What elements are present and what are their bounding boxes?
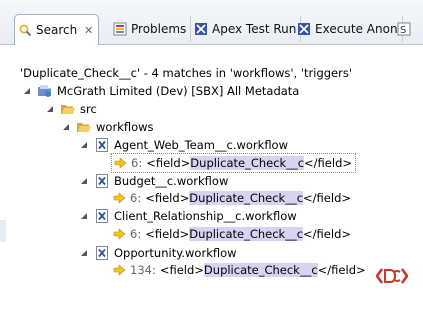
tree-row-file[interactable]: Agent_Web_Team__c.workflow [79, 136, 288, 154]
match-row[interactable]: 6: <field> Duplicate_Check__c </field> [111, 153, 357, 173]
search-icon [19, 24, 32, 37]
tree-row-src[interactable]: src [45, 100, 97, 118]
workflow-file-icon [96, 209, 108, 223]
search-summary: 'Duplicate_Check__c' - 4 matches in 'wor… [20, 66, 353, 80]
match-suffix: </field> [303, 191, 352, 205]
project-label: McGrath Limited (Dev) [SBX] All Metadata [57, 84, 300, 98]
match-suffix: </field> [304, 156, 353, 170]
tree-row-workflows[interactable]: workflows [61, 118, 154, 136]
match-arrow-icon [113, 192, 126, 204]
left-gutter-marker [0, 220, 6, 242]
expanded-arrow-icon[interactable] [79, 211, 89, 221]
match-line-number: 6: [130, 227, 142, 241]
tab-problems-label: Problems [131, 22, 187, 36]
expanded-arrow-icon[interactable] [22, 86, 32, 96]
src-folder-label: src [80, 102, 97, 116]
match-highlight: Duplicate_Check__c [203, 263, 318, 277]
expanded-arrow-icon[interactable] [79, 176, 89, 186]
match-line-number: 134: [130, 263, 156, 277]
tab-execute-anonymous[interactable]: Execute Anon [294, 16, 403, 42]
match-arrow-icon [114, 157, 127, 169]
match-arrow-icon [113, 228, 126, 240]
tab-search[interactable]: Search ✕ [14, 14, 100, 45]
expanded-arrow-icon[interactable] [45, 104, 55, 114]
match-row[interactable]: 6: <field> Duplicate_Check__c </field> [111, 225, 354, 243]
file-name: Opportunity.workflow [114, 246, 237, 260]
match-prefix: <field> [146, 156, 191, 170]
workflow-file-icon [96, 138, 108, 152]
match-suffix: </field> [317, 263, 366, 277]
tab-apex-test-run[interactable]: Apex Test Run [191, 16, 302, 42]
tab-overflow[interactable]: S [394, 16, 419, 42]
expanded-arrow-icon[interactable] [79, 140, 89, 150]
project-icon [38, 85, 51, 97]
folder-open-icon [61, 105, 75, 114]
tab-problems[interactable]: Problems [110, 16, 192, 42]
match-prefix: <field> [145, 227, 190, 241]
match-prefix: <field> [145, 191, 190, 205]
match-row[interactable]: 6: <field> Duplicate_Check__c </field> [111, 189, 354, 207]
close-icon[interactable]: ✕ [83, 25, 94, 36]
tree-row-project[interactable]: McGrath Limited (Dev) [SBX] All Metadata [22, 82, 299, 100]
execute-anonymous-icon [298, 23, 310, 35]
expanded-arrow-icon[interactable] [61, 122, 71, 132]
view-tab-bar: Search ✕ Problems Apex Test Run Execute … [0, 0, 423, 45]
problems-icon [113, 22, 127, 36]
file-name: Budget__c.workflow [114, 174, 229, 188]
workflows-folder-label: workflows [96, 120, 154, 134]
match-line-number: 6: [131, 156, 143, 170]
match-arrow-icon [113, 264, 126, 276]
brand-logo-icon [376, 268, 408, 284]
overflow-view-icon: S [397, 22, 411, 36]
file-name: Agent_Web_Team__c.workflow [114, 138, 288, 152]
expanded-arrow-icon[interactable] [79, 248, 89, 258]
apex-test-run-icon [195, 23, 207, 35]
search-results-view: 'Duplicate_Check__c' - 4 matches in 'wor… [0, 45, 423, 311]
match-highlight: Duplicate_Check__c [189, 191, 304, 205]
tree-row-file[interactable]: Opportunity.workflow [79, 244, 237, 262]
match-highlight: Duplicate_Check__c [190, 156, 305, 170]
match-line-number: 6: [130, 191, 142, 205]
tree-row-file[interactable]: Budget__c.workflow [79, 172, 228, 190]
workflow-file-icon [96, 246, 108, 260]
workflow-file-icon [96, 174, 108, 188]
file-name: Client_Relationship__c.workflow [114, 209, 297, 223]
match-suffix: </field> [303, 227, 352, 241]
svg-text:S: S [400, 25, 406, 36]
match-highlight: Duplicate_Check__c [189, 227, 304, 241]
tab-apex-test-run-label: Apex Test Run [212, 22, 297, 36]
match-row[interactable]: 134: <field> Duplicate_Check__c </field> [111, 261, 369, 279]
tab-execute-anonymous-label: Execute Anon [315, 22, 398, 36]
tree-row-file[interactable]: Client_Relationship__c.workflow [79, 207, 297, 225]
folder-open-icon [77, 123, 91, 132]
tab-search-label: Search [36, 23, 78, 37]
match-prefix: <field> [159, 263, 204, 277]
